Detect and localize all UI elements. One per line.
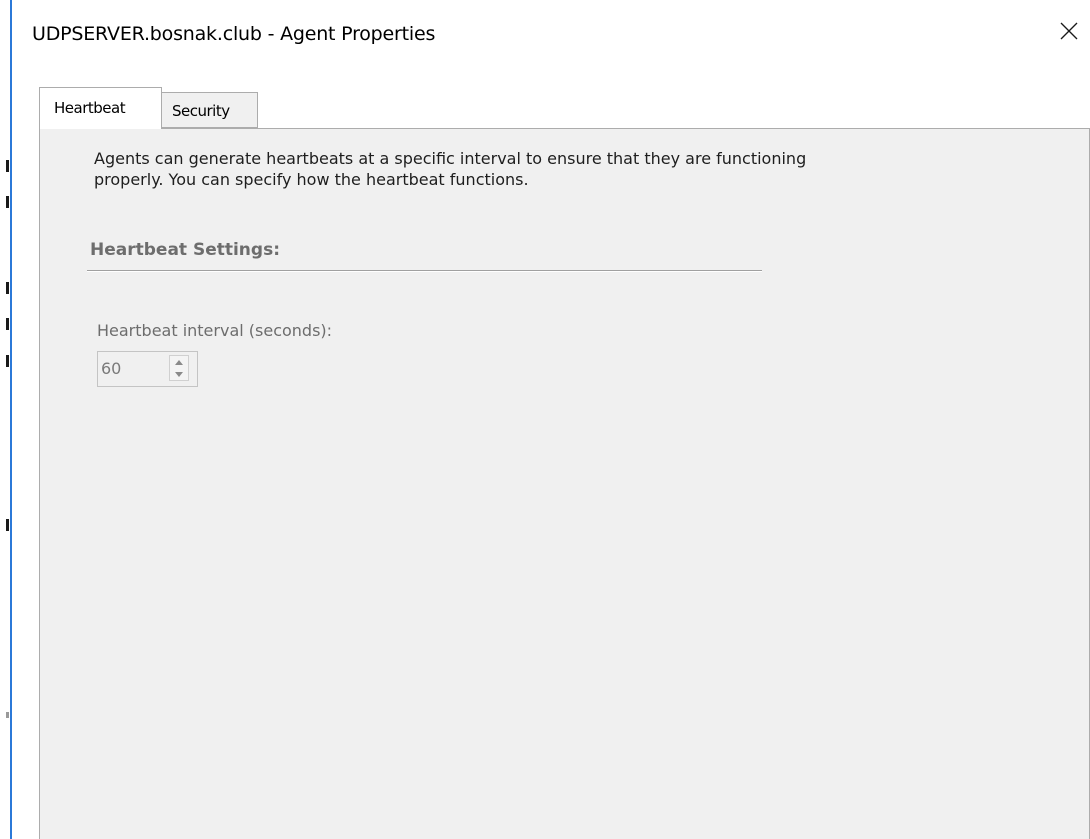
- background-text-fragment: [6, 282, 9, 294]
- agent-properties-dialog: UDPSERVER.bosnak.club - Agent Properties…: [12, 0, 1090, 839]
- background-text-fragment: [6, 196, 9, 208]
- heartbeat-tab-panel: Agents can generate heartbeats at a spec…: [39, 128, 1090, 839]
- background-text-fragment: [6, 160, 9, 172]
- section-divider: [87, 270, 762, 272]
- tab-heartbeat[interactable]: Heartbeat: [39, 87, 162, 129]
- heartbeat-interval-value[interactable]: 60: [101, 359, 121, 378]
- background-text-fragment: [6, 519, 9, 531]
- heartbeat-settings-heading: Heartbeat Settings:: [90, 240, 280, 260]
- heartbeat-interval-stepper[interactable]: 60: [97, 351, 198, 387]
- heartbeat-description: Agents can generate heartbeats at a spec…: [94, 149, 807, 189]
- stepper-up-button[interactable]: [170, 356, 188, 368]
- background-text-fragment: [6, 355, 9, 367]
- background-text-fragment: [6, 712, 9, 718]
- background-text-fragment: [6, 318, 9, 330]
- arrow-down-icon: [175, 371, 183, 377]
- heartbeat-interval-label: Heartbeat interval (seconds):: [97, 321, 333, 340]
- dialog-title: UDPSERVER.bosnak.club - Agent Properties: [32, 23, 436, 45]
- tab-security[interactable]: Security: [162, 92, 258, 128]
- stepper-down-button[interactable]: [170, 368, 188, 380]
- stepper-buttons: [169, 355, 189, 381]
- arrow-up-icon: [175, 359, 183, 365]
- close-button[interactable]: [1052, 14, 1086, 48]
- close-icon: [1060, 22, 1078, 40]
- screen: UDPSERVER.bosnak.club - Agent Properties…: [0, 0, 1090, 839]
